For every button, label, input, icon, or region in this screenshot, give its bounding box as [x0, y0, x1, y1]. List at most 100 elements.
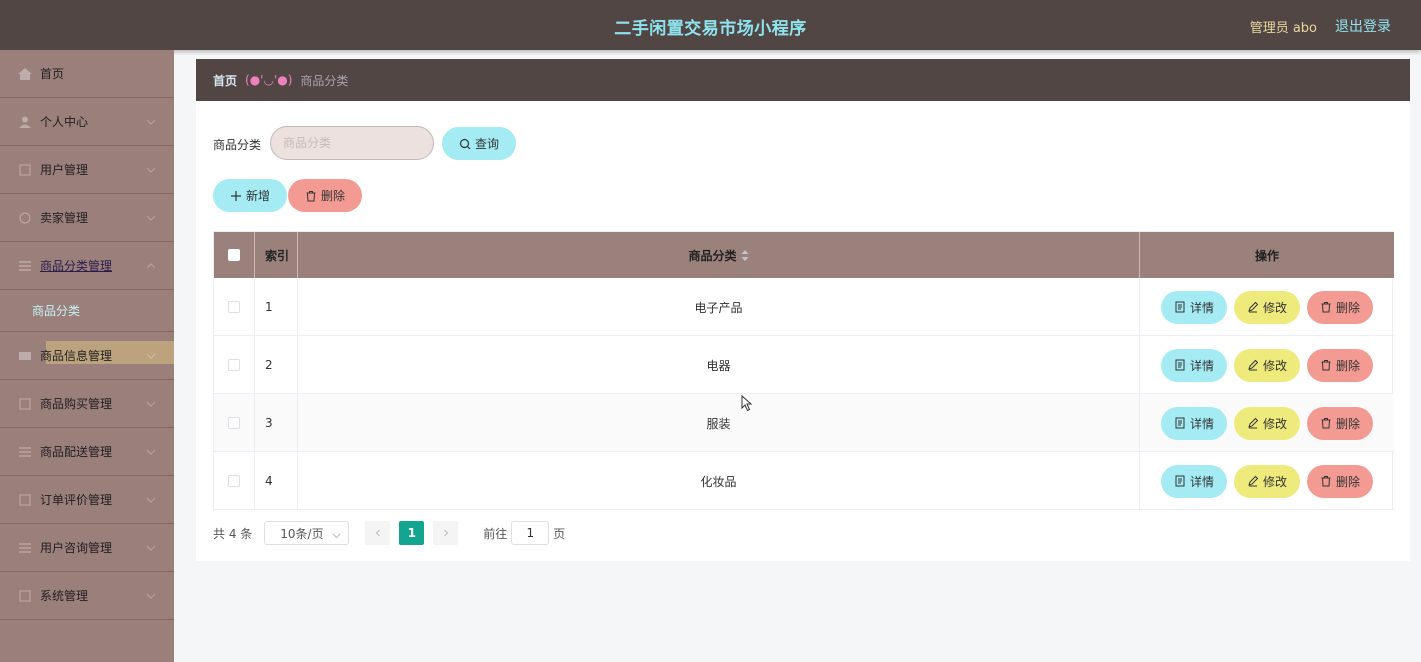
pencil-icon: [1247, 417, 1259, 429]
logout-link[interactable]: 退出登录: [1335, 16, 1391, 36]
chevron-down-icon: [332, 529, 341, 539]
batch-delete-button[interactable]: 删除: [288, 179, 362, 212]
sidebar-item-label: 商品信息管理: [40, 349, 113, 363]
breadcrumb-current: 商品分类: [300, 73, 349, 88]
sidebar-item-label: 卖家管理: [40, 211, 89, 225]
row-name: 电器: [298, 336, 1140, 394]
detail-label: 详情: [1189, 474, 1214, 489]
delete-button[interactable]: 删除: [1307, 406, 1373, 440]
sidebar-item-reviews[interactable]: 订单评价管理: [0, 476, 174, 524]
sidebar-item-label: 商品分类管理: [40, 259, 113, 273]
cart-icon: [18, 398, 32, 410]
prev-page-button[interactable]: [365, 521, 391, 545]
edit-button[interactable]: 修改: [1234, 348, 1300, 382]
sidebar-item-label: 商品购买管理: [40, 397, 113, 411]
sidebar: 首页 个人中心 用户管理 卖家管理 商品分类管理 商品分类 商品信息管理 商品购…: [0, 50, 174, 662]
select-all-checkbox[interactable]: [228, 249, 240, 261]
document-icon: [1174, 417, 1186, 429]
edit-label: 修改: [1262, 474, 1287, 489]
pencil-icon: [1247, 301, 1259, 313]
goods-icon: [18, 350, 32, 362]
row-checkbox-cell: [214, 336, 255, 394]
next-page-button[interactable]: [433, 521, 459, 545]
delete-label: 删除: [1335, 358, 1360, 373]
sidebar-item-delivery[interactable]: 商品配送管理: [0, 428, 174, 476]
detail-button[interactable]: 详情: [1161, 290, 1227, 324]
row-ops: 详情 修改 删除: [1140, 452, 1394, 510]
header-ops: 操作: [1254, 248, 1279, 263]
delete-button[interactable]: 删除: [1307, 348, 1373, 382]
row-checkbox-cell: [214, 278, 255, 336]
header-index: 索引: [255, 232, 298, 278]
trash-icon: [1320, 417, 1332, 429]
sidebar-subitem-category[interactable]: 商品分类: [0, 290, 174, 332]
chevron-down-icon: [146, 213, 156, 223]
sidebar-item-label: 商品分类: [32, 304, 81, 318]
document-icon: [1174, 359, 1186, 371]
trash-icon: [305, 190, 317, 202]
sidebar-item-category-management[interactable]: 商品分类管理: [0, 242, 174, 290]
detail-label: 详情: [1189, 300, 1214, 315]
sidebar-item-sellers[interactable]: 卖家管理: [0, 194, 174, 242]
row-checkbox[interactable]: [228, 475, 240, 487]
chevron-left-icon: [375, 529, 380, 537]
sidebar-item-home[interactable]: 首页: [0, 50, 174, 98]
detail-button[interactable]: 详情: [1161, 348, 1227, 382]
chevron-down-icon: [146, 543, 156, 553]
row-checkbox[interactable]: [228, 301, 240, 313]
plus-icon: [230, 190, 242, 202]
chevron-down-icon: [146, 447, 156, 457]
delete-button[interactable]: 删除: [1307, 464, 1373, 498]
user-icon: [18, 116, 32, 128]
row-name: 电子产品: [298, 278, 1140, 336]
breadcrumb-home[interactable]: 首页: [213, 72, 237, 89]
system-icon: [18, 590, 32, 602]
detail-button[interactable]: 详情: [1161, 464, 1227, 498]
header-checkbox-cell: [214, 232, 255, 278]
edit-button[interactable]: 修改: [1234, 406, 1300, 440]
chevron-down-icon: [146, 591, 156, 601]
detail-label: 详情: [1189, 416, 1214, 431]
admin-label: 管理员 abo: [1249, 21, 1317, 36]
query-button[interactable]: 查询: [442, 127, 516, 160]
pencil-icon: [1247, 475, 1259, 487]
pagination: 共 4 条 10条/页 1 前往 页: [213, 521, 565, 545]
row-index: 1: [255, 278, 298, 336]
row-name: 服装: [298, 394, 1140, 452]
users-icon: [18, 164, 32, 176]
home-icon: [18, 67, 32, 80]
page-size-select[interactable]: 10条/页: [264, 521, 350, 545]
row-ops: 详情 修改 删除: [1140, 336, 1394, 394]
table-row: 4 化妆品 详情 修改 删除: [214, 452, 1394, 510]
category-table: 索引 商品分类 操作 1 电子产品 详情 修改 删除 2 电器 详情 修改 删除…: [213, 231, 1394, 510]
sidebar-item-consult[interactable]: 用户咨询管理: [0, 524, 174, 572]
table-row: 1 电子产品 详情 修改 删除: [214, 278, 1394, 336]
sidebar-item-goods-info[interactable]: 商品信息管理: [0, 332, 174, 380]
table-row: 2 电器 详情 修改 删除: [214, 336, 1394, 394]
table-row: 3 服装 详情 修改 删除: [214, 394, 1394, 452]
add-button[interactable]: 新增: [213, 179, 287, 212]
header-name[interactable]: 商品分类: [298, 232, 1140, 278]
breadcrumb-separator: (●'◡'●): [245, 73, 293, 87]
row-checkbox[interactable]: [228, 359, 240, 371]
delete-label: 删除: [1335, 300, 1360, 315]
row-checkbox[interactable]: [228, 417, 240, 429]
detail-button[interactable]: 详情: [1161, 406, 1227, 440]
sidebar-item-users[interactable]: 用户管理: [0, 146, 174, 194]
review-icon: [18, 494, 32, 506]
sidebar-item-purchase[interactable]: 商品购买管理: [0, 380, 174, 428]
chevron-down-icon: [146, 399, 156, 409]
search-input[interactable]: [270, 126, 434, 160]
edit-button[interactable]: 修改: [1234, 290, 1300, 324]
sidebar-item-label: 订单评价管理: [40, 493, 113, 507]
sort-icon[interactable]: [741, 249, 749, 261]
sidebar-item-system[interactable]: 系统管理: [0, 572, 174, 620]
goto-page-input[interactable]: [511, 521, 550, 545]
sidebar-item-label: 用户管理: [40, 163, 89, 177]
pencil-icon: [1247, 359, 1259, 371]
delete-button[interactable]: 删除: [1307, 290, 1373, 324]
goto-prefix: 前往: [483, 526, 508, 541]
sidebar-item-profile[interactable]: 个人中心: [0, 98, 174, 146]
edit-button[interactable]: 修改: [1234, 464, 1300, 498]
page-number[interactable]: 1: [399, 521, 425, 545]
